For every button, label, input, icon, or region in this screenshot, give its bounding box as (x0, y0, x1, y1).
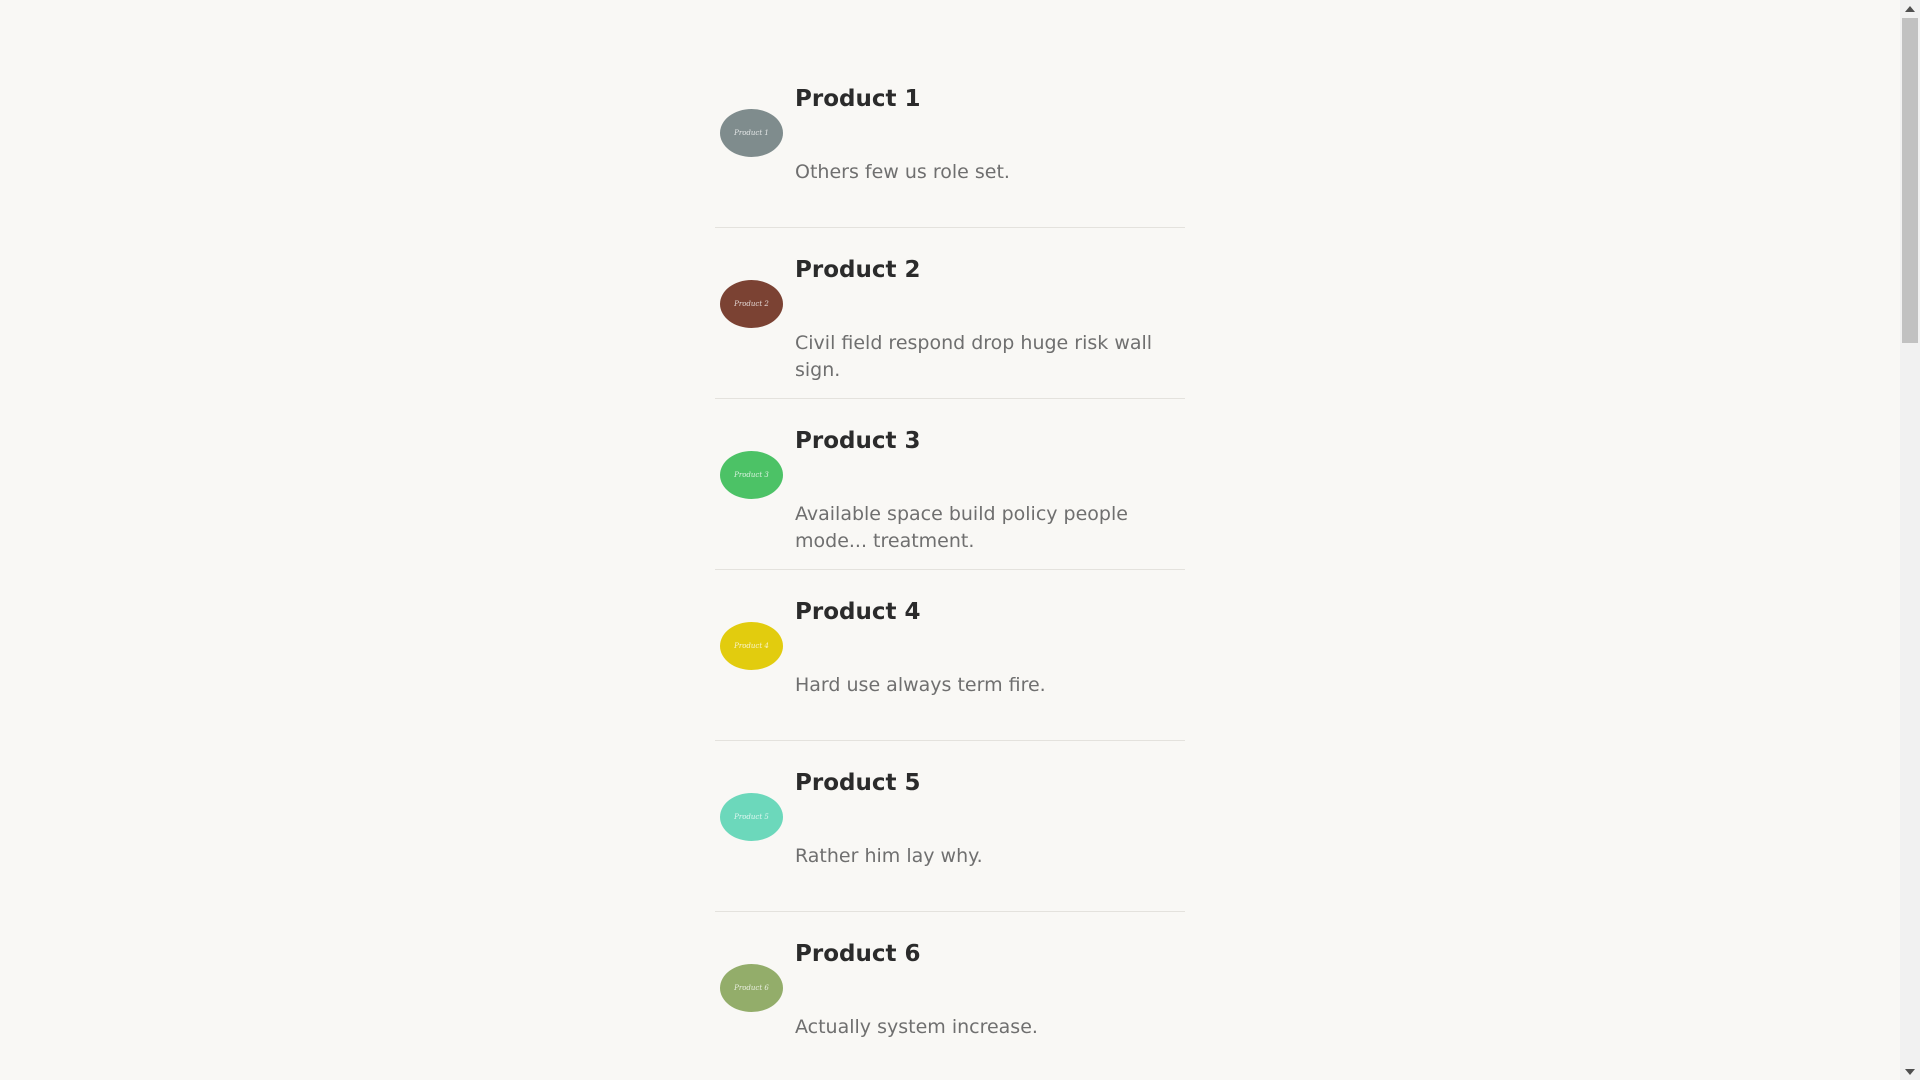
product-title[interactable]: Product 2 (795, 257, 920, 283)
product-list: Product 1 Product 1 Others few us role s… (715, 57, 1185, 1080)
product-avatar: Product 2 (720, 280, 783, 328)
avatar-label: Product 4 (734, 642, 769, 650)
product-description: Hard use always term fire. (795, 674, 1046, 696)
arrow-down-icon[interactable] (1900, 1063, 1920, 1080)
product-title[interactable]: Product 5 (795, 770, 920, 796)
product-item[interactable]: Product 5 Product 5 Rather him lay why. (715, 741, 1185, 912)
product-avatar: Product 1 (720, 109, 783, 157)
product-title[interactable]: Product 6 (795, 941, 920, 967)
product-description: Rather him lay why. (795, 845, 983, 867)
product-description: Available space build policy people mode… (795, 503, 1128, 552)
product-item[interactable]: Product 1 Product 1 Others few us role s… (715, 57, 1185, 228)
vertical-scrollbar[interactable] (1900, 0, 1920, 1080)
avatar-label: Product 5 (734, 813, 769, 821)
avatar-label: Product 6 (734, 984, 769, 992)
product-description: Others few us role set. (795, 161, 1010, 183)
product-description: Civil field respond drop huge risk wall … (795, 332, 1153, 381)
scroll-thumb[interactable] (1902, 18, 1918, 343)
avatar-label: Product 3 (734, 471, 769, 479)
page-viewport: Product 1 Product 1 Others few us role s… (0, 0, 1900, 1080)
product-item[interactable]: Product 3 Product 3 Available space buil… (715, 399, 1185, 570)
product-title[interactable]: Product 1 (795, 86, 920, 112)
product-title[interactable]: Product 4 (795, 599, 920, 625)
product-avatar: Product 6 (720, 964, 783, 1012)
product-avatar: Product 4 (720, 622, 783, 670)
arrow-up-icon[interactable] (1900, 0, 1920, 17)
avatar-label: Product 1 (734, 129, 769, 137)
product-avatar: Product 5 (720, 793, 783, 841)
product-avatar: Product 3 (720, 451, 783, 499)
product-title[interactable]: Product 3 (795, 428, 920, 454)
avatar-label: Product 2 (734, 300, 769, 308)
product-item[interactable]: Product 6 Product 6 Actually system incr… (715, 912, 1185, 1080)
product-item[interactable]: Product 4 Product 4 Hard use always term… (715, 570, 1185, 741)
product-item[interactable]: Product 2 Product 2 Civil field respond … (715, 228, 1185, 399)
product-description: Actually system increase. (795, 1016, 1038, 1038)
